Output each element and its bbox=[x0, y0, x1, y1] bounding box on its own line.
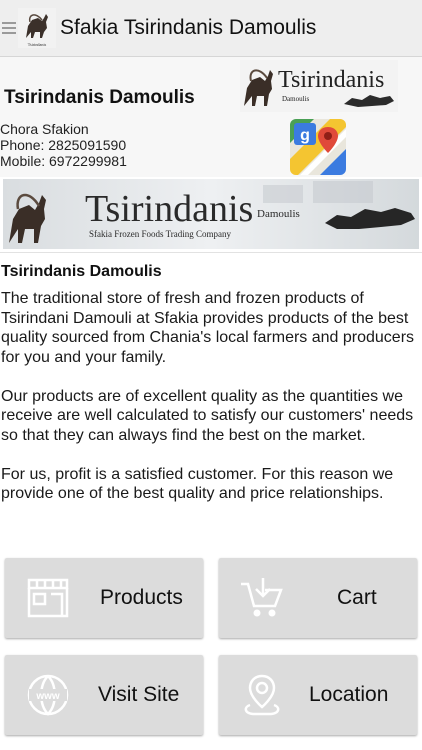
location-button[interactable]: Location bbox=[219, 655, 417, 735]
products-label: Products bbox=[100, 586, 183, 609]
divider bbox=[0, 252, 422, 253]
location-pin-icon bbox=[244, 674, 280, 716]
visit-site-button[interactable]: www Visit Site bbox=[5, 655, 203, 735]
svg-text:Sfakia Frozen Foods Trading Co: Sfakia Frozen Foods Trading Company bbox=[89, 229, 232, 239]
company-banner: Tsirindanis Damoulis Sfakia Frozen Foods… bbox=[3, 179, 419, 249]
app-bar: Tsirindanis Sfakia Tsirindanis Damoulis bbox=[0, 0, 422, 57]
phone-text[interactable]: Phone: 2825091590 bbox=[0, 137, 126, 153]
business-logo: Tsirindanis Damoulis bbox=[240, 60, 398, 112]
mobile-text[interactable]: Mobile: 6972299981 bbox=[0, 153, 127, 169]
visit-site-label: Visit Site bbox=[98, 683, 180, 706]
drawer-menu-icon[interactable] bbox=[2, 22, 16, 34]
svg-text:Tsirindanis: Tsirindanis bbox=[85, 188, 253, 230]
cart-label: Cart bbox=[337, 586, 377, 609]
contact-section: Tsirindanis Damoulis Tsirindanis Damouli… bbox=[0, 57, 422, 177]
svg-text:Damoulis: Damoulis bbox=[282, 95, 309, 103]
svg-text:Damoulis: Damoulis bbox=[257, 208, 300, 220]
svg-text:g: g bbox=[300, 127, 310, 144]
google-maps-icon[interactable]: g bbox=[290, 119, 346, 175]
app-title: Sfakia Tsirindanis Damoulis bbox=[60, 16, 317, 39]
products-button[interactable]: Products bbox=[5, 558, 203, 638]
globe-www-icon: www bbox=[27, 674, 69, 716]
business-name: Tsirindanis Damoulis bbox=[4, 87, 195, 108]
svg-text:Tsirindanis: Tsirindanis bbox=[278, 67, 384, 93]
svg-text:www: www bbox=[35, 691, 60, 702]
location-label: Location bbox=[309, 683, 389, 706]
description-paragraph: Our products are of excellent quality as… bbox=[1, 387, 414, 444]
description-heading: Tsirindanis Damoulis bbox=[1, 263, 162, 280]
cart-button[interactable]: Cart bbox=[219, 558, 417, 638]
location-text: Chora Sfakion bbox=[0, 121, 89, 137]
store-icon bbox=[27, 578, 69, 618]
description-paragraph: The traditional store of fresh and froze… bbox=[1, 290, 415, 366]
svg-text:Tsirindanis: Tsirindanis bbox=[28, 42, 47, 47]
description-section: Tsirindanis Damoulis The traditional sto… bbox=[0, 263, 422, 523]
app-logo[interactable]: Tsirindanis bbox=[18, 8, 56, 48]
description-paragraph: For us, profit is a satisfied customer. … bbox=[1, 465, 394, 503]
cart-icon bbox=[241, 578, 283, 617]
